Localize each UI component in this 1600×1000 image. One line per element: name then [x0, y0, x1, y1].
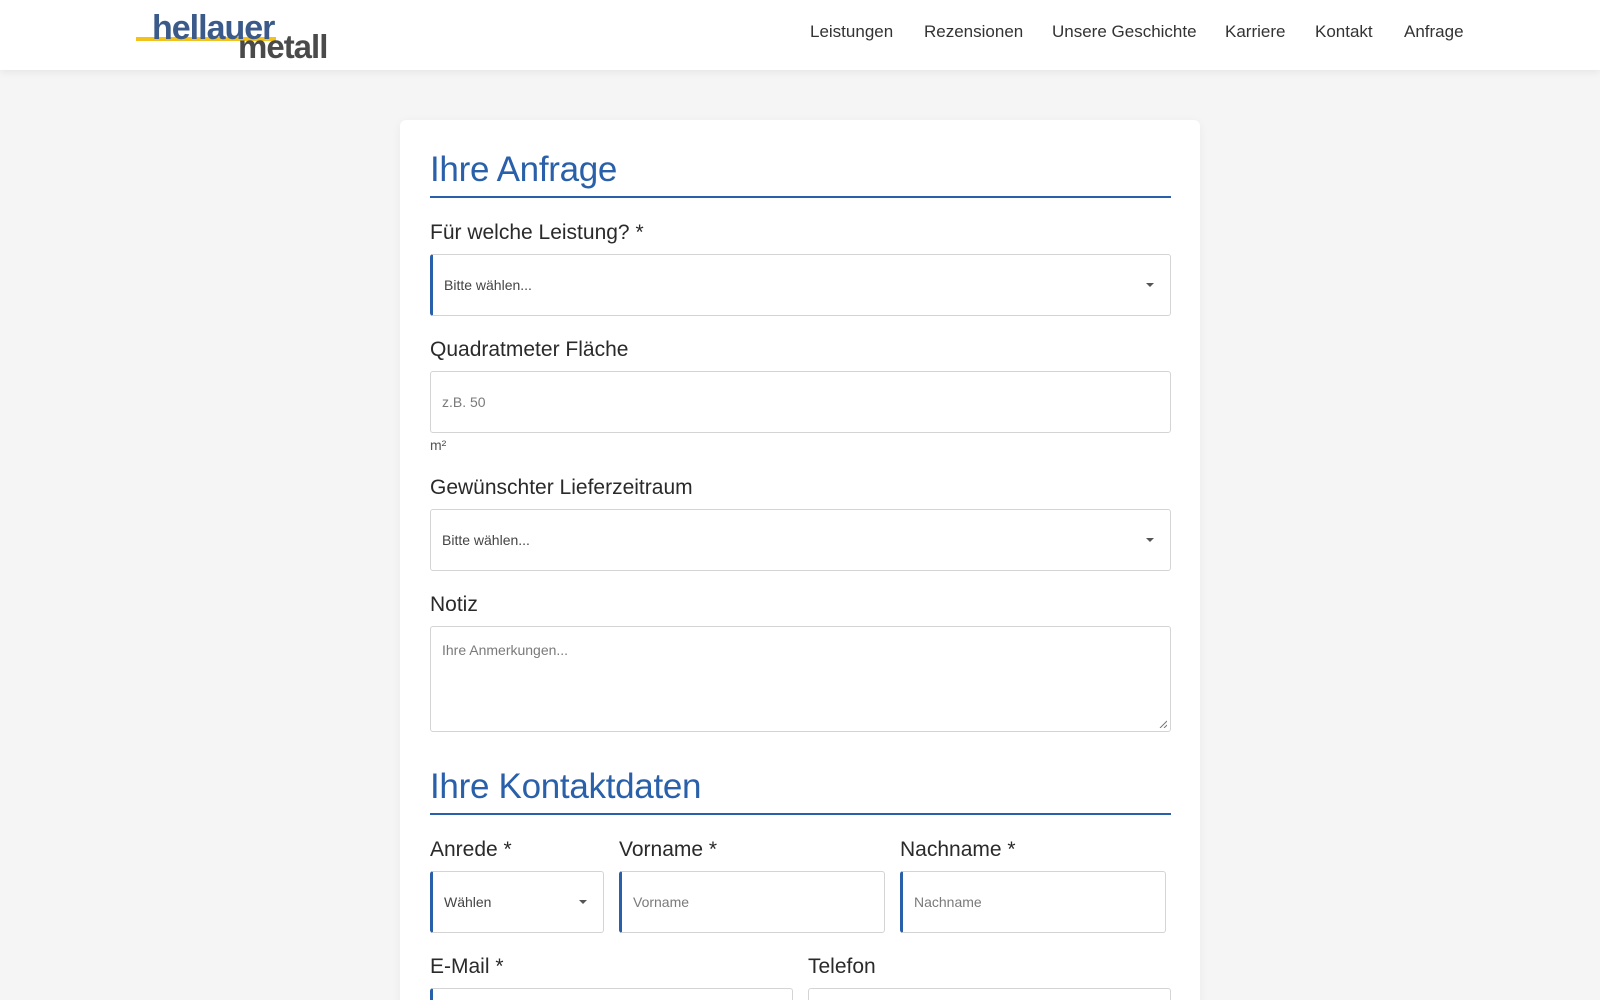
area-label: Quadratmeter Fläche: [430, 338, 629, 361]
salutation-select-value: Wählen: [444, 894, 492, 910]
delivery-select[interactable]: Bitte wählen...: [430, 509, 1171, 571]
nav-leistungen[interactable]: Leistungen: [810, 22, 893, 46]
service-select-value: Bitte wählen...: [444, 277, 532, 293]
salutation-select[interactable]: Wählen: [430, 871, 604, 933]
chevron-down-icon: [579, 900, 587, 904]
section-divider: [430, 196, 1171, 198]
area-placeholder: z.B. 50: [442, 394, 486, 410]
note-textarea[interactable]: Ihre Anmerkungen...: [430, 626, 1171, 732]
area-unit: m²: [430, 437, 447, 453]
area-input[interactable]: z.B. 50: [430, 371, 1171, 433]
firstname-input[interactable]: Vorname: [619, 871, 885, 933]
delivery-label: Gewünschter Lieferzeitraum: [430, 476, 693, 499]
logo-line2: metall: [238, 28, 327, 62]
email-input[interactable]: [430, 988, 793, 1000]
chevron-down-icon: [1146, 283, 1154, 287]
nav-anfrage[interactable]: Anfrage: [1404, 22, 1464, 46]
nav-kontakt[interactable]: Kontakt: [1315, 22, 1373, 46]
section-title-inquiry: Ihre Anfrage: [430, 150, 618, 189]
lastname-label: Nachname *: [900, 838, 1016, 861]
lastname-placeholder: Nachname: [914, 894, 982, 910]
service-select[interactable]: Bitte wählen...: [430, 254, 1171, 316]
logo-graphic: hellauer metall: [136, 9, 328, 65]
site-header: hellauer metall Leistungen Rezensionen U…: [0, 0, 1600, 70]
firstname-label: Vorname *: [619, 838, 718, 861]
phone-input[interactable]: [808, 988, 1171, 1000]
lastname-input[interactable]: Nachname: [900, 871, 1166, 933]
nav-rezensionen[interactable]: Rezensionen: [924, 22, 1023, 46]
note-label: Notiz: [430, 593, 478, 616]
logo[interactable]: hellauer metall: [136, 9, 352, 65]
phone-label: Telefon: [808, 955, 876, 978]
note-placeholder: Ihre Anmerkungen...: [442, 642, 569, 658]
chevron-down-icon: [1146, 538, 1154, 542]
salutation-label: Anrede *: [430, 838, 512, 861]
delivery-select-value: Bitte wählen...: [442, 532, 530, 548]
service-label: Für welche Leistung? *: [430, 221, 644, 244]
firstname-placeholder: Vorname: [633, 894, 690, 910]
nav-unsere-geschichte[interactable]: Unsere Geschichte: [1052, 22, 1197, 46]
section-title-contact: Ihre Kontaktdaten: [430, 767, 702, 806]
nav-karriere[interactable]: Karriere: [1225, 22, 1285, 46]
section-divider: [430, 813, 1171, 815]
email-label: E-Mail *: [430, 955, 504, 978]
resize-grip-icon[interactable]: [1159, 720, 1167, 728]
